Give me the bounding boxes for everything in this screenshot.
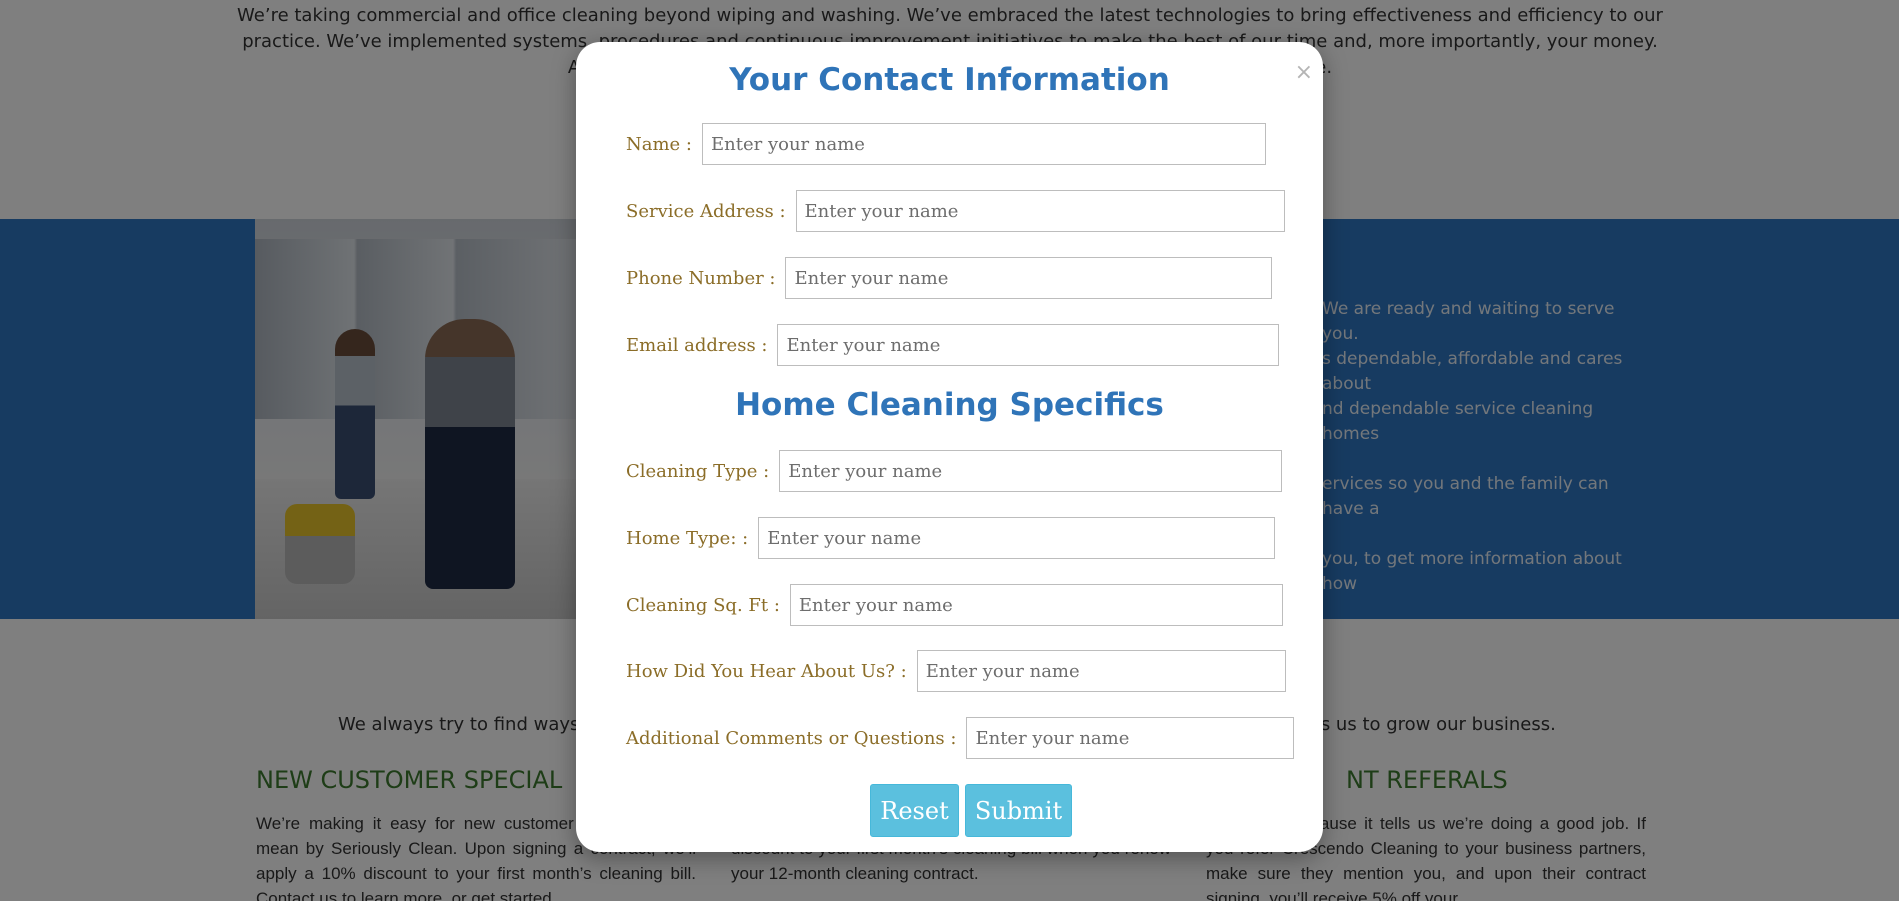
service-address-label: Service Address : (626, 200, 786, 222)
name-row: Name : (626, 123, 1266, 165)
referral-source-row: How Did You Hear About Us? : (626, 650, 1286, 692)
comments-row: Additional Comments or Questions : (626, 717, 1295, 759)
name-input[interactable] (702, 123, 1266, 165)
email-input[interactable] (777, 324, 1280, 366)
home-type-input[interactable] (758, 517, 1276, 559)
cleaning-sqft-row: Cleaning Sq. Ft : (626, 584, 1283, 626)
submit-button[interactable]: Submit (965, 784, 1072, 837)
cleaning-type-label: Cleaning Type : (626, 460, 770, 482)
comments-label: Additional Comments or Questions : (626, 727, 957, 749)
referral-source-input[interactable] (916, 650, 1286, 692)
cleaning-sqft-input[interactable] (789, 584, 1283, 626)
home-type-label: Home Type: : (626, 527, 749, 549)
phone-number-input[interactable] (785, 257, 1273, 299)
contact-modal: × Your Contact Information Name : Servic… (576, 42, 1323, 852)
cleaning-type-input[interactable] (779, 450, 1283, 492)
email-row: Email address : (626, 324, 1280, 366)
cleaning-sqft-label: Cleaning Sq. Ft : (626, 594, 780, 616)
cleaning-type-row: Cleaning Type : (626, 450, 1283, 492)
phone-number-row: Phone Number : (626, 257, 1273, 299)
home-specifics-title: Home Cleaning Specifics (735, 387, 1164, 423)
home-type-row: Home Type: : (626, 517, 1276, 559)
email-label: Email address : (626, 334, 768, 356)
referral-source-label: How Did You Hear About Us? : (626, 660, 907, 682)
comments-input[interactable] (966, 717, 1295, 759)
name-label: Name : (626, 133, 692, 155)
contact-info-title: Your Contact Information (729, 62, 1170, 98)
service-address-row: Service Address : (626, 190, 1285, 232)
reset-button[interactable]: Reset (870, 784, 959, 837)
service-address-input[interactable] (795, 190, 1285, 232)
phone-number-label: Phone Number : (626, 267, 776, 289)
